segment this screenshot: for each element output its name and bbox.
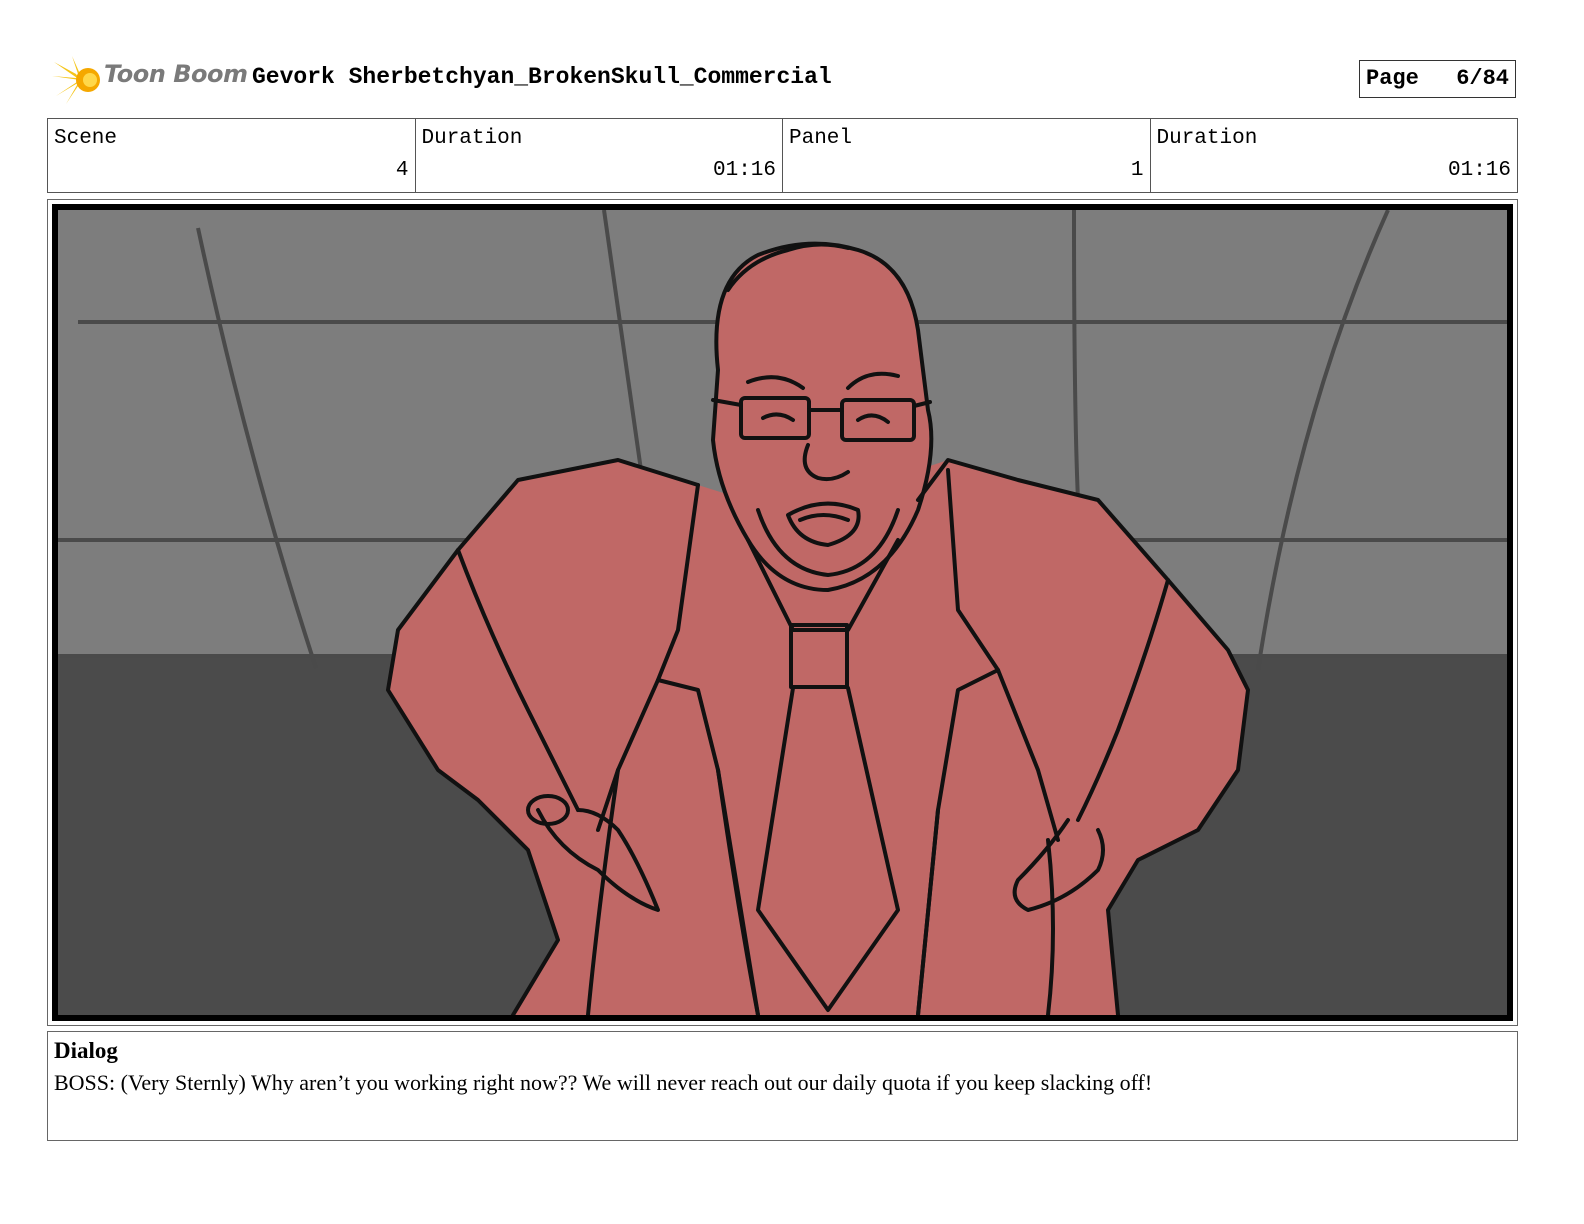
scene-label: Scene — [54, 127, 118, 150]
page-value: 6/84 — [1456, 66, 1509, 91]
starburst-icon — [52, 56, 100, 104]
project-title: Gevork Sherbetchyan_BrokenSkull_Commerci… — [252, 64, 832, 90]
scene-cell: Scene 4 — [48, 119, 415, 192]
scene-duration-cell: Duration 01:16 — [414, 119, 783, 192]
page-indicator: Page 6/84 — [1359, 60, 1516, 98]
panel-label: Panel — [789, 127, 853, 150]
logo-text: Toon Boom — [104, 60, 248, 88]
panel-duration-cell: Duration 01:16 — [1149, 119, 1518, 192]
scene-duration-value: 01:16 — [712, 159, 776, 182]
page-label: Page — [1366, 66, 1419, 91]
dialog-heading: Dialog — [54, 1038, 118, 1063]
panel-drawing — [58, 210, 1507, 1015]
panel-frame — [52, 204, 1513, 1021]
scene-info-table: Scene 4 Duration 01:16 Panel 1 Duration … — [47, 118, 1518, 193]
storyboard-panel — [47, 199, 1518, 1026]
dialog-text: BOSS: (Very Sternly) Why aren’t you work… — [54, 1070, 1153, 1095]
toon-boom-logo: Toon Boom — [52, 54, 248, 106]
scene-duration-label: Duration — [421, 127, 523, 150]
dialog-box: Dialog BOSS: (Very Sternly) Why aren’t y… — [47, 1031, 1518, 1141]
panel-duration-label: Duration — [1156, 127, 1258, 150]
panel-value: 1 — [1130, 159, 1144, 182]
panel-cell: Panel 1 — [782, 119, 1150, 192]
scene-value: 4 — [395, 159, 409, 182]
panel-duration-value: 01:16 — [1447, 159, 1511, 182]
